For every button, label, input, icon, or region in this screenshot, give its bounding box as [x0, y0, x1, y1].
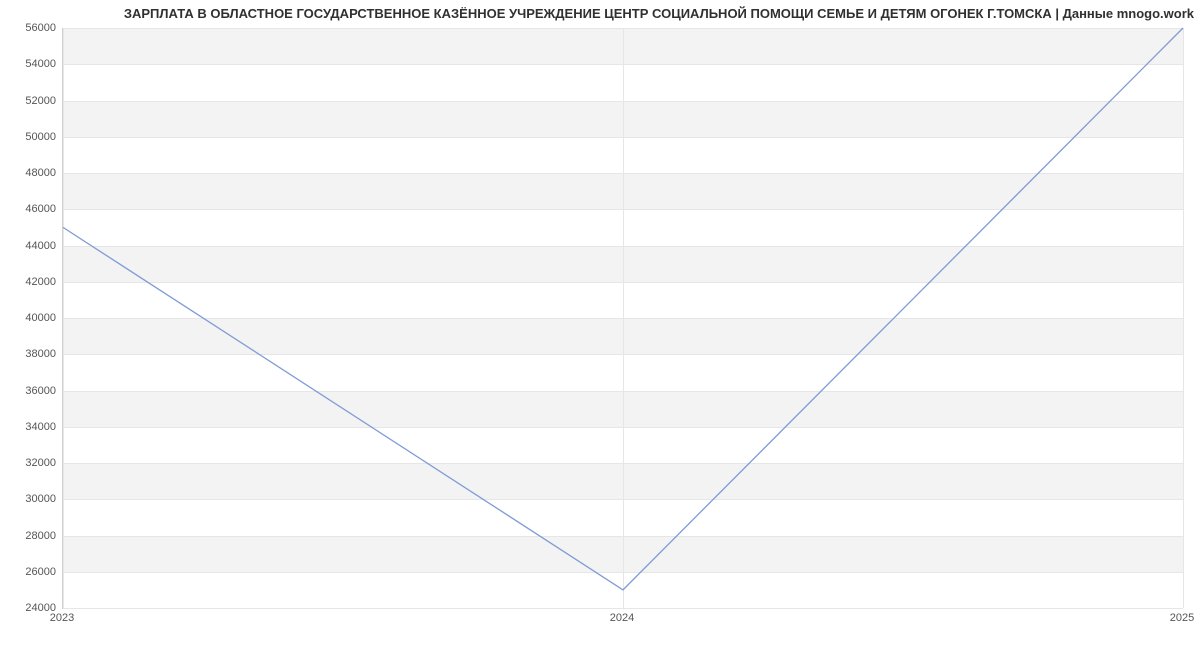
plot-area [62, 28, 1183, 609]
grid-line-v [1183, 28, 1184, 608]
grid-line-h [63, 608, 1183, 609]
chart-title: ЗАРПЛАТА В ОБЛАСТНОЕ ГОСУДАРСТВЕННОЕ КАЗ… [0, 6, 1194, 21]
y-tick-label: 44000 [6, 240, 56, 252]
y-tick-label: 24000 [6, 602, 56, 614]
y-tick-label: 40000 [6, 312, 56, 324]
y-tick-label: 32000 [6, 457, 56, 469]
y-tick-label: 46000 [6, 203, 56, 215]
y-tick-label: 42000 [6, 276, 56, 288]
y-tick-label: 48000 [6, 167, 56, 179]
y-tick-label: 30000 [6, 493, 56, 505]
y-tick-label: 54000 [6, 58, 56, 70]
x-tick-label: 2025 [1170, 612, 1194, 624]
y-tick-label: 56000 [6, 22, 56, 34]
x-tick-label: 2023 [50, 612, 74, 624]
y-tick-label: 34000 [6, 421, 56, 433]
y-tick-label: 26000 [6, 566, 56, 578]
y-tick-label: 36000 [6, 385, 56, 397]
y-tick-label: 52000 [6, 95, 56, 107]
line-layer [63, 28, 1183, 608]
series-line [63, 28, 1183, 590]
y-tick-label: 28000 [6, 530, 56, 542]
y-tick-label: 38000 [6, 348, 56, 360]
y-tick-label: 50000 [6, 131, 56, 143]
chart-container: ЗАРПЛАТА В ОБЛАСТНОЕ ГОСУДАРСТВЕННОЕ КАЗ… [0, 0, 1200, 650]
x-tick-label: 2024 [610, 612, 634, 624]
